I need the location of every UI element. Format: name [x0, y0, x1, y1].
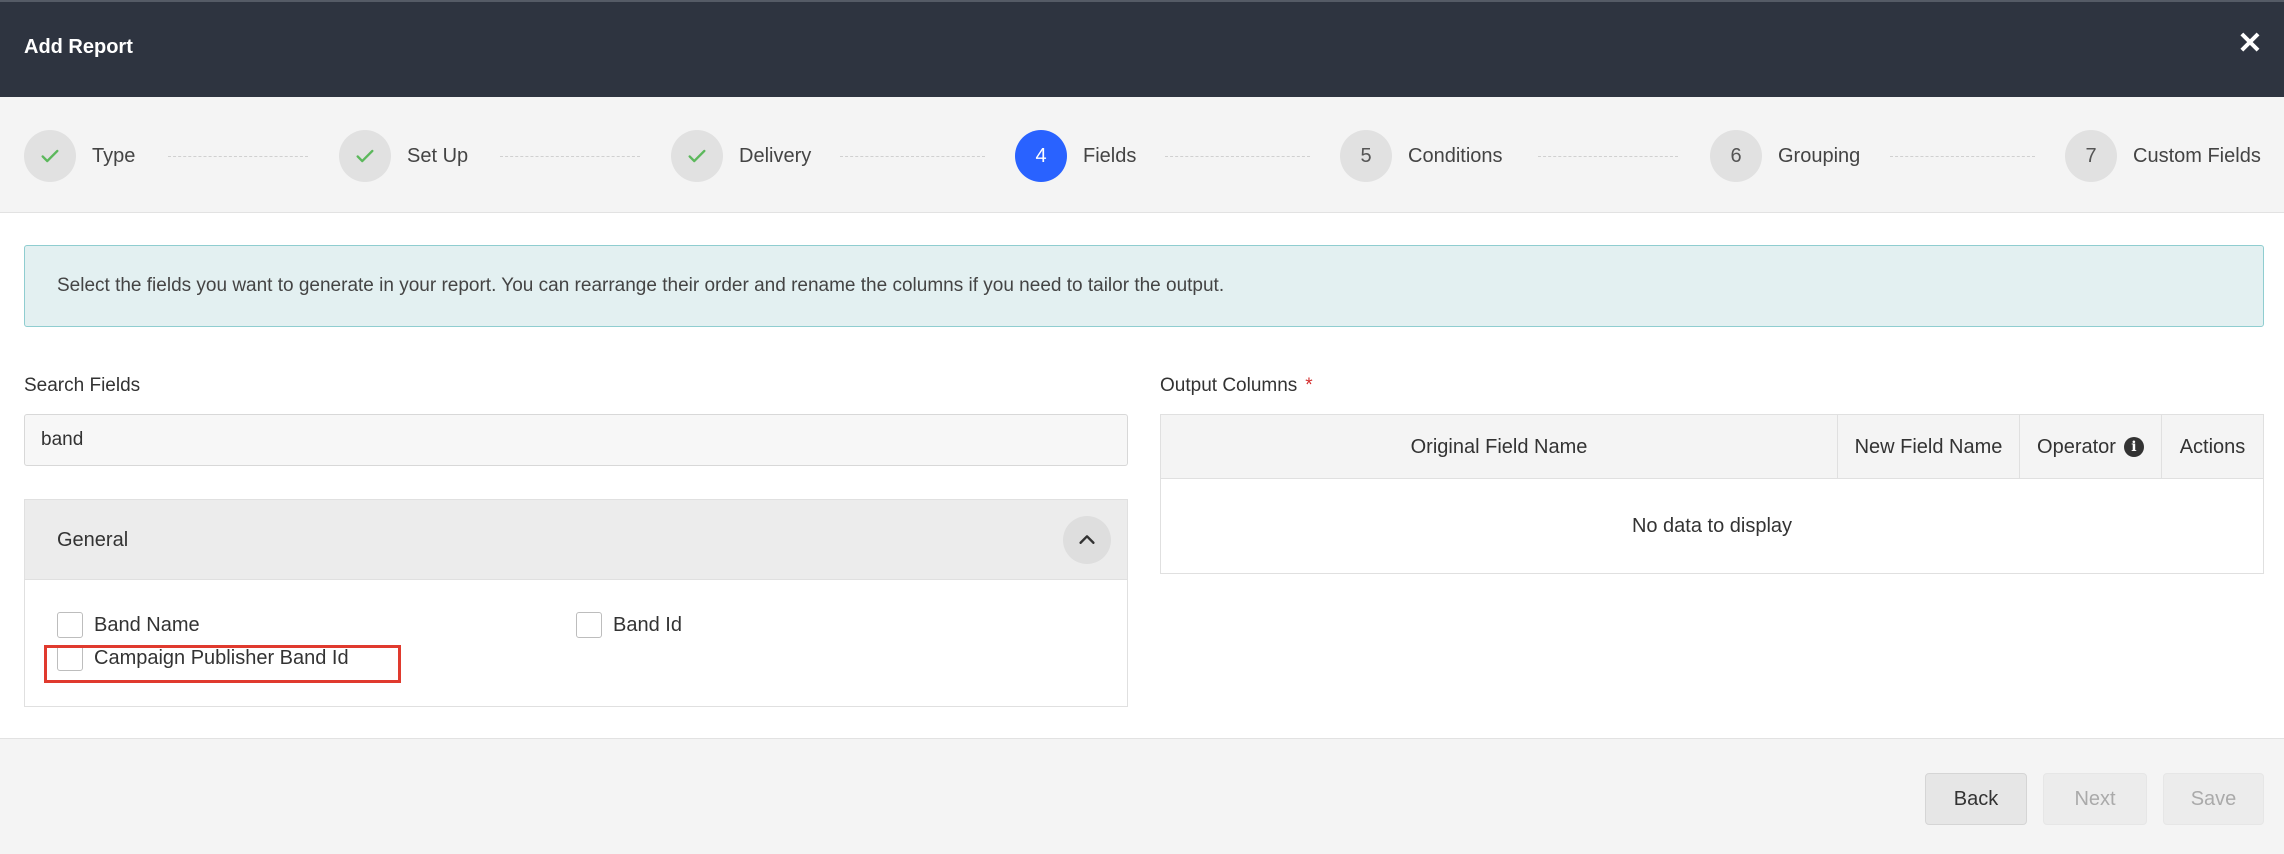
- step-fields[interactable]: 4 Fields: [1015, 130, 1136, 182]
- dialog-header: Add Report ✕: [0, 0, 2284, 97]
- close-icon[interactable]: ✕: [2234, 28, 2266, 60]
- step-number: 5: [1340, 130, 1392, 182]
- field-group-header[interactable]: General: [25, 500, 1127, 580]
- add-report-dialog: Add Report ✕ Type Set Up Delivery 4 Fiel…: [0, 0, 2284, 854]
- table-header: Original Field Name New Field Name Opera…: [1161, 415, 2263, 479]
- check-icon: [671, 130, 723, 182]
- output-columns-label: Output Columns *: [1160, 375, 2264, 397]
- dialog-footer: Back Next Save: [0, 738, 2284, 854]
- step-connector: [1165, 156, 1310, 157]
- field-label: Band Id: [613, 613, 682, 636]
- step-connector: [1538, 156, 1678, 157]
- step-connector: [1890, 156, 2035, 157]
- next-button[interactable]: Next: [2043, 773, 2147, 825]
- chevron-up-icon[interactable]: [1063, 516, 1111, 564]
- column-header-original-field-name[interactable]: Original Field Name: [1161, 415, 1838, 479]
- step-number: 6: [1710, 130, 1762, 182]
- required-mark: *: [1305, 375, 1313, 396]
- step-type[interactable]: Type: [24, 130, 135, 182]
- field-group-panel: General Band Name Band Id Campaign Publi…: [24, 499, 1128, 707]
- operator-label: Operator: [2037, 435, 2116, 458]
- step-number: 7: [2065, 130, 2117, 182]
- field-label: Band Name: [94, 613, 200, 636]
- step-delivery[interactable]: Delivery: [671, 130, 811, 182]
- search-fields-section: Search Fields General Band Name Band Id …: [24, 375, 1128, 707]
- column-header-actions[interactable]: Actions: [2162, 415, 2263, 479]
- dialog-title: Add Report: [24, 36, 133, 58]
- column-header-operator[interactable]: Operator i: [2020, 415, 2162, 479]
- step-label: Set Up: [407, 144, 469, 167]
- step-label: Delivery: [739, 144, 812, 167]
- step-label: Grouping: [1778, 144, 1861, 167]
- output-columns-section: Output Columns * Original Field Name New …: [1160, 375, 2264, 574]
- step-conditions[interactable]: 5 Conditions: [1340, 130, 1503, 182]
- wizard-stepper: Type Set Up Delivery 4 Fields 5 Conditio…: [0, 97, 2284, 213]
- info-text: Select the fields you want to generate i…: [57, 275, 1225, 296]
- search-fields-input[interactable]: [24, 414, 1128, 466]
- info-icon[interactable]: i: [2123, 437, 2144, 457]
- checkbox[interactable]: [576, 612, 602, 638]
- info-banner: Select the fields you want to generate i…: [24, 245, 2264, 327]
- step-label: Custom Fields: [2133, 144, 2261, 167]
- search-fields-label: Search Fields: [24, 375, 141, 396]
- highlight-box: [44, 645, 401, 683]
- check-icon: [24, 130, 76, 182]
- check-icon: [339, 130, 391, 182]
- step-label: Type: [92, 144, 136, 167]
- step-connector: [168, 156, 308, 157]
- step-grouping[interactable]: 6 Grouping: [1710, 130, 1860, 182]
- field-checkbox-band-id[interactable]: Band Id: [576, 612, 682, 638]
- step-number: 4: [1015, 130, 1067, 182]
- field-checkbox-band-name[interactable]: Band Name: [57, 612, 200, 638]
- step-label: Conditions: [1408, 144, 1503, 167]
- column-header-new-field-name[interactable]: New Field Name: [1838, 415, 2020, 479]
- field-group-title: General: [57, 529, 129, 551]
- back-button[interactable]: Back: [1925, 773, 2027, 825]
- step-connector: [840, 156, 985, 157]
- step-connector: [500, 156, 640, 157]
- empty-state-text: No data to display: [1631, 515, 1793, 537]
- save-button[interactable]: Save: [2163, 773, 2264, 825]
- step-custom-fields[interactable]: 7 Custom Fields: [2065, 130, 2261, 182]
- step-label: Fields: [1083, 144, 1137, 167]
- output-label-text: Output Columns: [1160, 375, 1298, 396]
- step-set-up[interactable]: Set Up: [339, 130, 468, 182]
- checkbox[interactable]: [57, 612, 83, 638]
- output-columns-table: Original Field Name New Field Name Opera…: [1160, 414, 2264, 574]
